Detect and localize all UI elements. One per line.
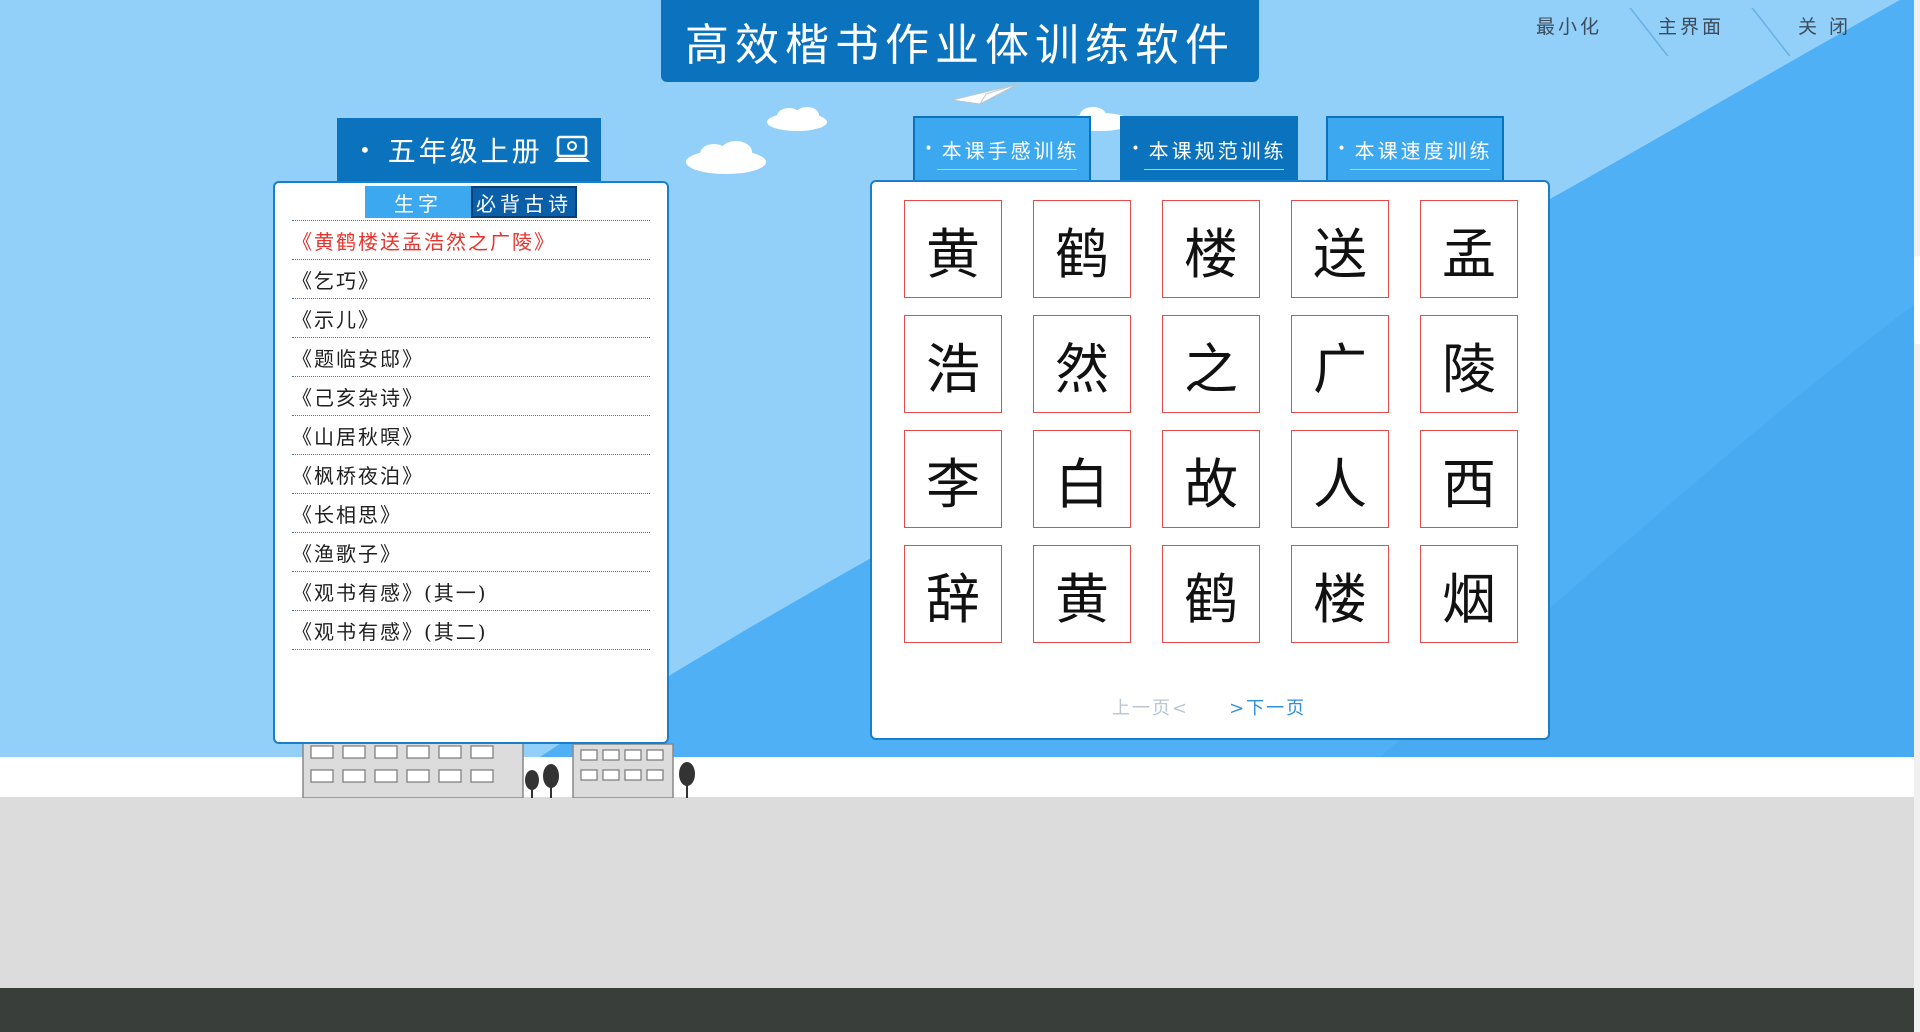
character-cell[interactable]: 楼 bbox=[1291, 545, 1389, 643]
home-button[interactable]: 主界面 bbox=[1658, 12, 1724, 39]
minimize-button[interactable]: 最小化 bbox=[1536, 12, 1602, 39]
list-item[interactable]: 《观书有感》(其二) bbox=[292, 611, 650, 650]
character-cell[interactable]: 西 bbox=[1420, 430, 1518, 528]
bullet-icon: • bbox=[1337, 141, 1349, 157]
prev-page-button[interactable]: 上一页< bbox=[1112, 694, 1189, 720]
character-grid: 黄 鹤 楼 送 孟 浩 然 之 广 陵 李 白 故 人 西 辞 黄 鹤 楼 烟 bbox=[904, 200, 1518, 643]
list-item[interactable]: 《乞巧》 bbox=[292, 260, 650, 299]
grade-label: 五年级上册 bbox=[387, 135, 543, 168]
character-cell[interactable]: 黄 bbox=[1033, 545, 1131, 643]
divider bbox=[937, 169, 1077, 170]
tab-label: 本课手感训练 bbox=[941, 138, 1080, 163]
list-item[interactable]: 《己亥杂诗》 bbox=[292, 377, 650, 416]
list-item[interactable]: 《示儿》 bbox=[292, 299, 650, 338]
building-decoration bbox=[302, 740, 695, 798]
bottom-bar bbox=[0, 988, 1920, 1032]
character-cell[interactable]: 黄 bbox=[904, 200, 1002, 298]
tab-required-poems[interactable]: 必背古诗 bbox=[471, 186, 577, 218]
character-cell[interactable]: 辞 bbox=[904, 545, 1002, 643]
computer-icon bbox=[553, 135, 590, 162]
side-handle[interactable] bbox=[1914, 256, 1920, 344]
lesson-panel: 生字 必背古诗 《黄鹤楼送孟浩然之广陵》 《乞巧》 《示儿》 《题临安邸》 《己… bbox=[273, 181, 669, 744]
character-cell[interactable]: 然 bbox=[1033, 315, 1131, 413]
character-cell[interactable]: 孟 bbox=[1420, 200, 1518, 298]
character-cell[interactable]: 鹤 bbox=[1033, 200, 1131, 298]
tab-label: 本课规范训练 bbox=[1148, 138, 1287, 163]
right-edge-strip bbox=[1914, 0, 1920, 1032]
window-controls: 最小化 主界面 关 闭 bbox=[1500, 8, 1920, 56]
list-item[interactable]: 《题临安邸》 bbox=[292, 338, 650, 377]
grade-tab[interactable]: • 五年级上册 bbox=[337, 118, 601, 182]
character-cell[interactable]: 楼 bbox=[1162, 200, 1260, 298]
bullet-icon: • bbox=[924, 141, 936, 157]
bullet-icon: • bbox=[1131, 141, 1143, 157]
character-cell[interactable]: 白 bbox=[1033, 430, 1131, 528]
character-cell[interactable]: 陵 bbox=[1420, 315, 1518, 413]
character-cell[interactable]: 鹤 bbox=[1162, 545, 1260, 643]
tab-feel-training[interactable]: • 本课手感训练 bbox=[913, 116, 1091, 180]
next-page-button[interactable]: >下一页 bbox=[1229, 694, 1306, 720]
character-cell[interactable]: 故 bbox=[1162, 430, 1260, 528]
cloud-decoration bbox=[767, 107, 827, 131]
tab-new-characters[interactable]: 生字 bbox=[365, 186, 471, 218]
close-button[interactable]: 关 闭 bbox=[1798, 12, 1851, 39]
list-item[interactable]: 《渔歌子》 bbox=[292, 533, 650, 572]
list-item[interactable]: 《长相思》 bbox=[292, 494, 650, 533]
list-item[interactable]: 《黄鹤楼送孟浩然之广陵》 bbox=[292, 221, 650, 260]
character-cell[interactable]: 广 bbox=[1291, 315, 1389, 413]
app-title: 高效楷书作业体训练软件 bbox=[661, 0, 1259, 82]
list-item[interactable]: 《枫桥夜泊》 bbox=[292, 455, 650, 494]
character-cell[interactable]: 之 bbox=[1162, 315, 1260, 413]
poem-list: 《黄鹤楼送孟浩然之广陵》 《乞巧》 《示儿》 《题临安邸》 《己亥杂诗》 《山居… bbox=[292, 220, 650, 650]
divider bbox=[1144, 169, 1284, 170]
character-cell[interactable]: 李 bbox=[904, 430, 1002, 528]
character-cell[interactable]: 送 bbox=[1291, 200, 1389, 298]
pager: 上一页< >下一页 bbox=[1112, 694, 1412, 720]
character-cell[interactable]: 烟 bbox=[1420, 545, 1518, 643]
floor-area bbox=[0, 797, 1920, 988]
divider bbox=[1350, 169, 1490, 170]
tab-label: 本课速度训练 bbox=[1354, 138, 1493, 163]
list-item[interactable]: 《观书有感》(其一) bbox=[292, 572, 650, 611]
tab-standard-training[interactable]: • 本课规范训练 bbox=[1120, 116, 1298, 180]
character-cell[interactable]: 浩 bbox=[904, 315, 1002, 413]
ground-strip bbox=[0, 757, 1920, 797]
character-cell[interactable]: 人 bbox=[1291, 430, 1389, 528]
cloud-decoration bbox=[686, 141, 766, 174]
paper-plane-decoration bbox=[951, 83, 1019, 105]
list-item[interactable]: 《山居秋暝》 bbox=[292, 416, 650, 455]
tab-speed-training[interactable]: • 本课速度训练 bbox=[1326, 116, 1504, 180]
character-panel: 黄 鹤 楼 送 孟 浩 然 之 广 陵 李 白 故 人 西 辞 黄 鹤 楼 烟 … bbox=[870, 180, 1550, 740]
sub-tabs: 生字 必背古诗 bbox=[365, 186, 577, 218]
bullet-icon: • bbox=[359, 138, 374, 162]
